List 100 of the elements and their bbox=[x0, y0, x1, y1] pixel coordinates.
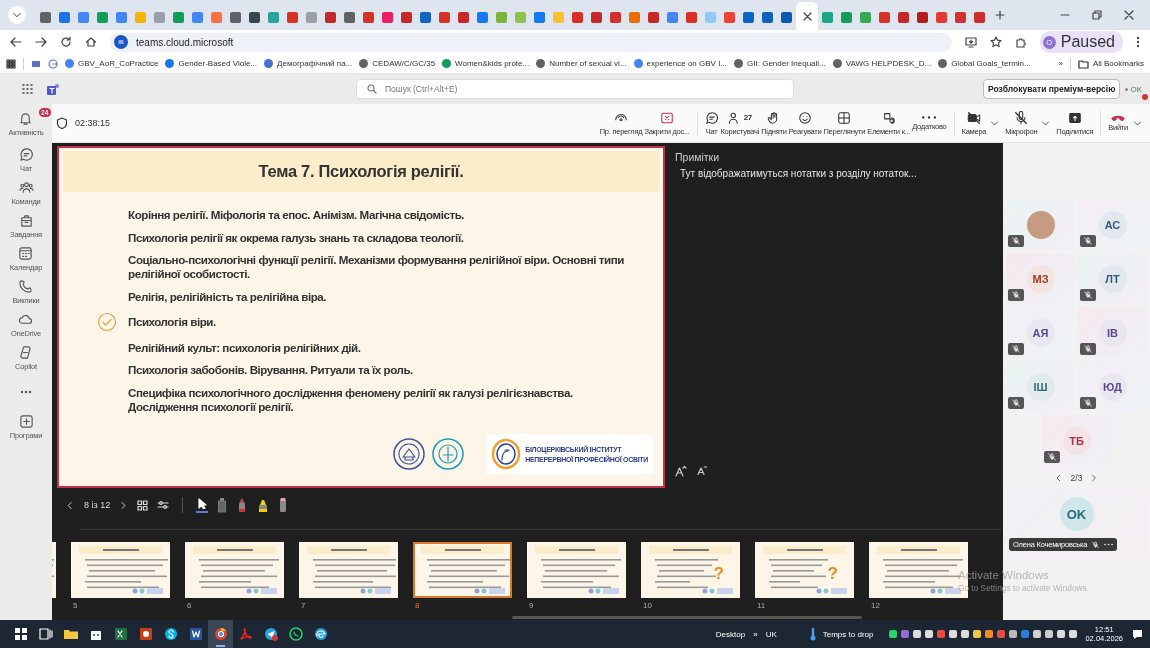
back-arrow-icon[interactable] bbox=[10, 36, 22, 48]
university-logo-icon bbox=[392, 437, 427, 471]
grid-view-icon[interactable] bbox=[137, 499, 149, 511]
chat-app-icon[interactable] bbox=[162, 626, 179, 642]
bookmark-link[interactable]: Women&kids prote... bbox=[442, 59, 530, 68]
url-text: teams.cloud.microsoft bbox=[136, 36, 234, 48]
bookmark-link[interactable]: Демографічний па... bbox=[264, 59, 353, 68]
expand-chevrons[interactable]: » bbox=[753, 629, 758, 639]
slide-thumbnail[interactable] bbox=[71, 542, 170, 598]
more-bookmarks-link[interactable]: » bbox=[1058, 59, 1063, 68]
pointer-tool[interactable] bbox=[196, 497, 209, 513]
chevron-down-icon[interactable] bbox=[1133, 118, 1142, 128]
bookmark-link[interactable]: CEDAW/C/GC/35 bbox=[359, 59, 436, 68]
notes-text: Тут відображатимуться нотатки з розділу нотаток... bbox=[680, 168, 918, 179]
font-decrease-icon[interactable] bbox=[697, 465, 707, 475]
chevron-left-icon[interactable] bbox=[66, 500, 75, 510]
messenger-icon[interactable] bbox=[262, 626, 279, 642]
reload-icon[interactable] bbox=[60, 36, 72, 48]
bookmark-link[interactable]: Global Goals_termin... bbox=[938, 59, 1031, 68]
notifications-icon[interactable] bbox=[1131, 627, 1144, 641]
star-icon[interactable] bbox=[989, 36, 1002, 48]
search-icon bbox=[367, 84, 377, 94]
phone-chat-icon[interactable] bbox=[287, 626, 304, 642]
slide-thumbnail[interactable] bbox=[299, 542, 398, 598]
forward-arrow-icon[interactable] bbox=[35, 36, 47, 48]
browser-icon[interactable] bbox=[212, 626, 229, 642]
slide-thumbnail[interactable] bbox=[527, 542, 626, 598]
start-icon[interactable] bbox=[12, 626, 29, 642]
bookmark-icon bbox=[442, 59, 452, 68]
more-icon[interactable] bbox=[1104, 543, 1114, 546]
install-icon[interactable] bbox=[964, 36, 977, 48]
more-icon[interactable] bbox=[20, 390, 32, 394]
home-icon[interactable] bbox=[85, 36, 97, 48]
slide-number: 6 bbox=[186, 601, 193, 610]
bookmark-icon bbox=[165, 59, 175, 68]
slide-thumbnail[interactable] bbox=[413, 542, 512, 598]
chevron-right-icon[interactable] bbox=[1090, 474, 1099, 482]
bookmark-link[interactable]: Gender-Based Viole... bbox=[165, 59, 258, 68]
site-info-icon[interactable] bbox=[114, 35, 128, 49]
academy-logo-icon bbox=[431, 437, 466, 471]
system-tray-icons[interactable] bbox=[889, 630, 1078, 638]
bookmark-link[interactable]: Number of sexual vi... bbox=[536, 59, 627, 68]
address-field[interactable]: teams.cloud.microsoft bbox=[110, 32, 952, 52]
toolbar-label[interactable]: Desktop bbox=[715, 629, 746, 639]
phone-icon bbox=[18, 278, 34, 294]
task-view-icon[interactable] bbox=[37, 626, 54, 642]
apps-grid-icon[interactable] bbox=[6, 58, 16, 69]
bullet-text: Коріння релігії. Міфологія та епос. Анімізм. Магічна свідомість. bbox=[128, 208, 466, 222]
bullet-text: Релігія, релігійність та релігійна віра. bbox=[128, 289, 328, 304]
web-browser-icon[interactable] bbox=[312, 626, 329, 642]
bookmark-link[interactable]: GBV_AoR_CoPractice bbox=[65, 59, 159, 68]
chevron-down-icon[interactable] bbox=[1041, 118, 1051, 128]
participant-initials: ТБ bbox=[1062, 426, 1091, 455]
document-icon[interactable] bbox=[187, 626, 204, 642]
participant-initials: ЛТ bbox=[1098, 264, 1127, 293]
restore-icon[interactable] bbox=[1092, 10, 1102, 20]
chevron-down-icon[interactable] bbox=[990, 118, 1000, 128]
bullet-text: Психологія релігії як окрема галузь знань та складова теології. bbox=[128, 230, 465, 245]
chevron-left-icon[interactable] bbox=[1054, 474, 1063, 482]
bookmark-icon bbox=[536, 59, 546, 68]
slide-title: Тема 7. Психологія релігії. bbox=[258, 162, 464, 181]
bookmark-icon bbox=[734, 59, 744, 68]
page-indicator: 2/3 bbox=[1070, 473, 1083, 483]
profile-status: Paused bbox=[1060, 33, 1115, 51]
bookmark-icon[interactable] bbox=[31, 58, 41, 69]
spreadsheet-icon[interactable] bbox=[112, 626, 129, 642]
marker-tool-icon[interactable] bbox=[278, 497, 289, 513]
presentation-icon[interactable] bbox=[137, 626, 154, 642]
search-field[interactable]: Пошук (Ctrl+Alt+E) bbox=[356, 79, 794, 99]
calendar-icon bbox=[18, 245, 34, 261]
share-screen-icon bbox=[1067, 110, 1082, 125]
grid-view-icon bbox=[837, 110, 852, 125]
kebab-menu-icon[interactable] bbox=[1136, 36, 1140, 48]
close-icon[interactable] bbox=[1124, 10, 1134, 20]
slide-thumbnail[interactable] bbox=[185, 542, 284, 598]
chevron-right-icon[interactable] bbox=[119, 500, 129, 510]
all-bookmarks-link[interactable]: All Bookmarks bbox=[1077, 58, 1144, 69]
slide-number: 8 bbox=[414, 601, 421, 610]
close-icon[interactable] bbox=[802, 11, 812, 21]
bookmark-link[interactable]: VAWG HELPDESK_D... bbox=[832, 59, 932, 68]
participant-initials: ІШ bbox=[1026, 372, 1055, 401]
bullet-text: Специфіка психологічного дослідження феномену релігії як галузі релігієзнавства. Дослідження психології релігії. bbox=[128, 385, 574, 414]
language-indicator[interactable]: UK bbox=[765, 629, 777, 639]
plus-icon[interactable] bbox=[995, 10, 1005, 20]
premium-button[interactable]: Розблокувати преміум-версію bbox=[983, 79, 1121, 99]
bookmark-icon[interactable] bbox=[48, 58, 58, 69]
font-increase-icon[interactable] bbox=[675, 465, 687, 477]
settings-sliders-icon[interactable] bbox=[157, 500, 170, 510]
puzzle-icon[interactable] bbox=[1014, 36, 1027, 48]
browser-tab[interactable] bbox=[796, 2, 818, 30]
bookmark-link[interactable]: GII: Gender Inequali... bbox=[734, 59, 826, 68]
eraser-tool-icon[interactable] bbox=[217, 497, 228, 513]
bookmark-link[interactable]: experience on GBV I... bbox=[633, 59, 728, 68]
teams-logo-icon[interactable] bbox=[47, 82, 61, 96]
highlighter-tool-icon[interactable] bbox=[257, 497, 270, 513]
question-mark: ? bbox=[827, 564, 838, 584]
weather-widget[interactable]: Temps to drop bbox=[808, 627, 874, 641]
pdf-icon[interactable] bbox=[237, 626, 254, 642]
smiley-icon bbox=[798, 110, 813, 125]
bullet-text: Психологія віри. bbox=[128, 315, 217, 329]
